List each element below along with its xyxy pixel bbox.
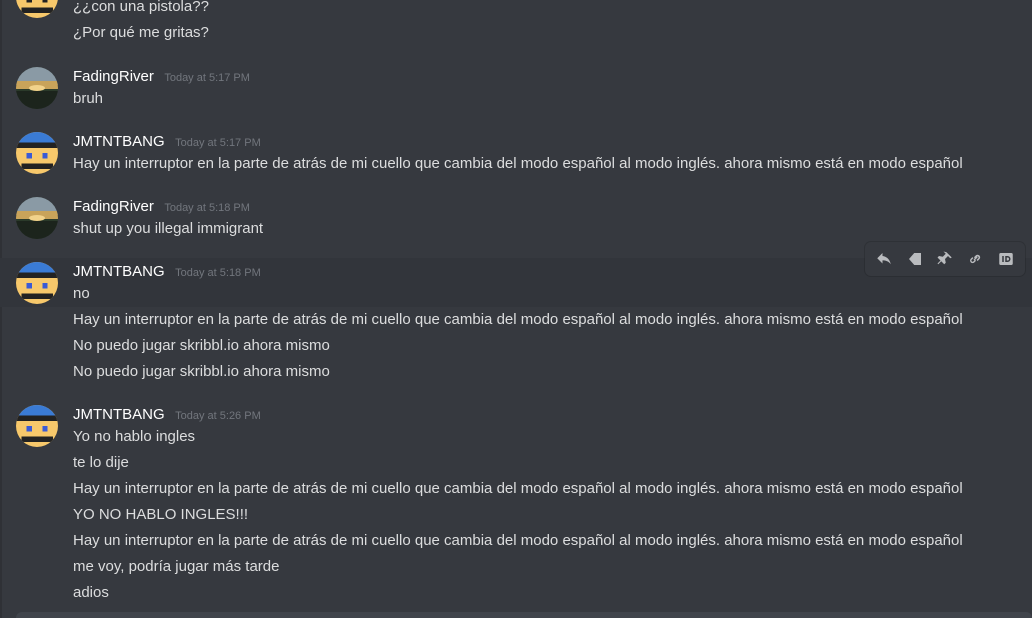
message-header: JMTNTBANG Today at 5:26 PM xyxy=(73,406,261,426)
sunset-avatar-icon xyxy=(16,67,58,109)
message-header: JMTNTBANG Today at 5:18 PM xyxy=(73,263,261,283)
message-text: Hay un interruptor en la parte de atrás … xyxy=(73,311,963,328)
message-text: bruh xyxy=(73,90,104,107)
message-text: Yo no hablo ingles xyxy=(73,428,196,445)
message-actions-toolbar xyxy=(865,242,1025,276)
avatar[interactable] xyxy=(16,0,58,18)
message-text: Hay un interruptor en la parte de atrás … xyxy=(73,532,963,549)
bookmark-icon[interactable] xyxy=(901,245,929,273)
timestamp[interactable]: Today at 5:17 PM xyxy=(164,72,250,84)
avatar[interactable] xyxy=(16,262,58,304)
timestamp[interactable]: Today at 5:18 PM xyxy=(164,202,250,214)
avatar[interactable] xyxy=(16,405,58,447)
message-header: JMTNTBANG Today at 5:17 PM xyxy=(73,133,261,153)
message-text: shut up you illegal immigrant xyxy=(73,220,264,237)
timestamp[interactable]: Today at 5:26 PM xyxy=(175,410,261,422)
avatar[interactable] xyxy=(16,197,58,239)
reply-icon[interactable] xyxy=(870,245,898,273)
username[interactable]: JMTNTBANG xyxy=(73,406,165,423)
username[interactable]: FadingRiver xyxy=(73,198,154,215)
message-text: YO NO HABLO INGLES!!! xyxy=(73,506,249,523)
avatar[interactable] xyxy=(16,132,58,174)
pin-icon[interactable] xyxy=(931,245,959,273)
username[interactable]: FadingRiver xyxy=(73,68,154,85)
message-text: ¿¿con una pistola?? xyxy=(73,0,209,15)
message-composer[interactable] xyxy=(16,612,1032,618)
pixel-face-avatar-icon xyxy=(16,0,58,18)
id-icon[interactable] xyxy=(992,245,1020,273)
pixel-face-avatar-icon xyxy=(16,405,58,447)
message-header: FadingRiver Today at 5:18 PM xyxy=(73,198,250,218)
link-icon[interactable] xyxy=(961,245,989,273)
message-text: Hay un interruptor en la parte de atrás … xyxy=(73,480,963,497)
timestamp[interactable]: Today at 5:17 PM xyxy=(175,137,261,149)
message-text: te lo dije xyxy=(73,454,129,471)
message-list: ¿¿con una pistola?? ¿Por qué me gritas? … xyxy=(0,0,1032,618)
timestamp[interactable]: Today at 5:18 PM xyxy=(175,267,261,279)
message-header: FadingRiver Today at 5:17 PM xyxy=(73,68,250,88)
message-text: ¿Por qué me gritas? xyxy=(73,24,209,41)
avatar[interactable] xyxy=(16,67,58,109)
pixel-face-avatar-icon xyxy=(16,132,58,174)
sunset-avatar-icon xyxy=(16,197,58,239)
username[interactable]: JMTNTBANG xyxy=(73,133,165,150)
message-text: Hay un interruptor en la parte de atrás … xyxy=(73,155,963,172)
message-text: No puedo jugar skribbl.io ahora mismo xyxy=(73,363,330,380)
pixel-face-avatar-icon xyxy=(16,262,58,304)
message-text: No puedo jugar skribbl.io ahora mismo xyxy=(73,337,330,354)
username[interactable]: JMTNTBANG xyxy=(73,263,165,280)
message-text: no xyxy=(73,285,90,302)
message-text: me voy, podría jugar más tarde xyxy=(73,558,280,575)
message-text: adios xyxy=(73,584,109,601)
